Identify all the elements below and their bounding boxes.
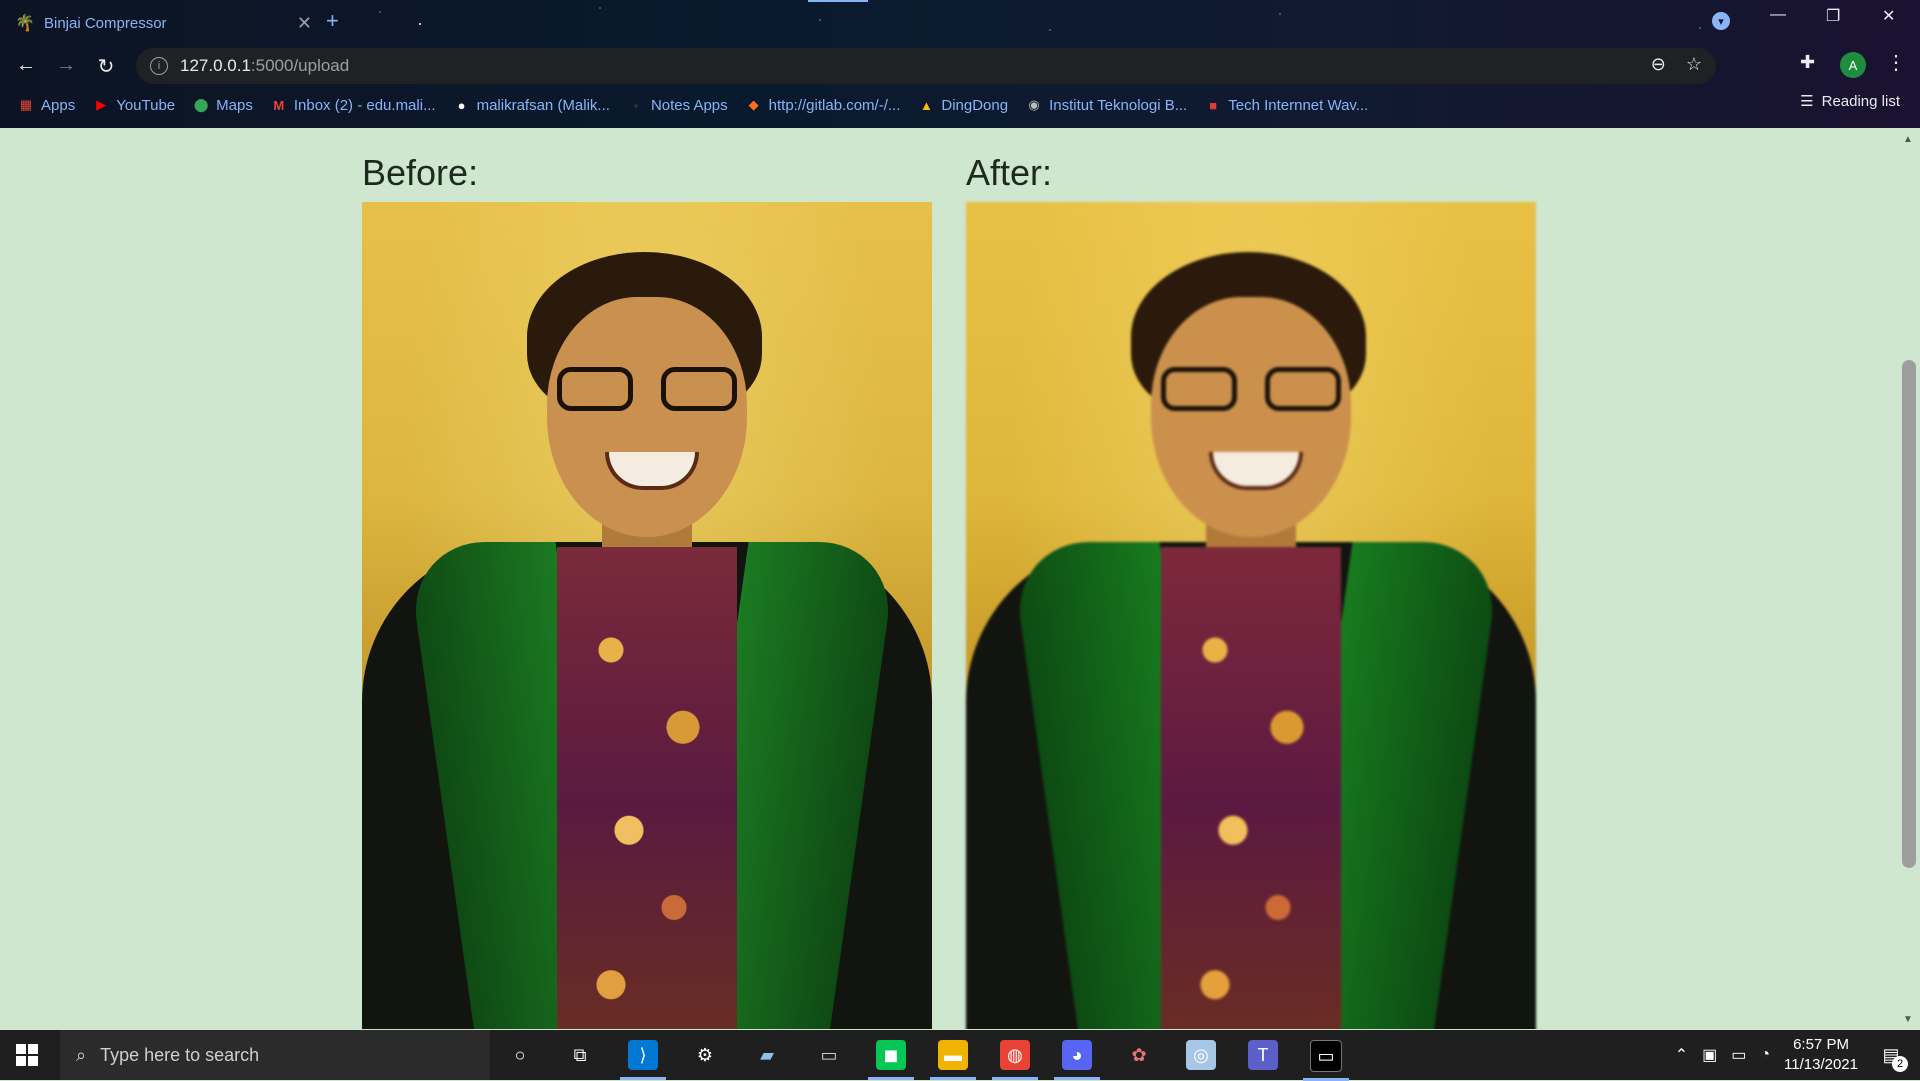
bookmark-apps[interactable]: ▦ Apps [18,97,75,114]
youtube-icon: ▶ [96,97,107,112]
discord-icon[interactable]: ◕ [1054,1040,1100,1080]
teams-icon[interactable]: T [1248,1040,1278,1070]
reading-list-icon: ☰ [1800,93,1814,110]
site-info-icon[interactable]: i [150,57,168,75]
gmail-icon: M [273,97,285,113]
maps-pin-icon: ⬤ [193,97,209,112]
github-icon: ● [457,97,466,113]
forward-arrow-icon[interactable]: → [54,54,78,77]
vscode-icon[interactable]: ⟩ [620,1040,666,1080]
windows-start-icon[interactable] [16,1044,38,1066]
notebook-app-icon[interactable]: ▰ [752,1040,782,1070]
windows-taskbar: ⌕ Type here to search ○ ⧉ ⟩ ⚙ ▰ ▭ ◼ ▬ ◍ … [0,1030,1920,1081]
close-window-button[interactable]: ✕ [1882,6,1895,26]
chevron-up-icon[interactable]: ⌃ [1675,1045,1688,1065]
extensions-puzzle-icon[interactable]: ✚ [1800,52,1815,73]
page-content: Before: After: [0,128,1898,1029]
settings-gear-icon[interactable]: ⚙ [690,1040,720,1070]
cortana-icon[interactable]: ○ [505,1040,535,1070]
tab-title: Binjai Compressor [44,14,167,32]
after-panel: After: [966,128,1536,1029]
bookmark-dingdong[interactable]: ▲ DingDong [918,97,1008,114]
toolbar: ← → ↻ i 127.0.0.1:5000/upload ⊖ ☆ [0,48,1920,84]
line-app-icon[interactable]: ◼ [868,1040,914,1080]
meet-icon[interactable]: ▣ [1702,1045,1717,1065]
gitlab-icon: ◆ [748,97,759,112]
apps-grid-icon: ▦ [19,97,33,112]
before-image [362,202,932,1029]
bookmark-github[interactable]: ● malikrafsan (Malik... [454,97,610,114]
menu-kebab-icon[interactable]: ⋮ [1886,50,1906,75]
portal-app-icon[interactable]: ◎ [1186,1040,1216,1070]
bookmark-star-icon[interactable]: ☆ [1686,54,1702,75]
new-tab-button[interactable]: + [326,8,339,34]
scroll-up-arrow-icon[interactable]: ▲ [1903,134,1913,145]
itb-icon: ◉ [1028,97,1040,112]
task-view-icon[interactable]: ⧉ [565,1040,595,1070]
address-bar[interactable]: i 127.0.0.1:5000/upload ⊖ ☆ [136,48,1716,84]
tech-icon: ■ [1209,97,1218,113]
bookmark-notes[interactable]: ▪ Notes Apps [628,97,728,114]
notification-badge: 2 [1892,1056,1908,1072]
before-panel: Before: [362,128,932,1029]
search-placeholder: Type here to search [100,1044,260,1065]
wifi-icon[interactable]: ◔ [1760,1046,1770,1064]
bookmark-itb[interactable]: ◉ Institut Teknologi B... [1026,97,1187,114]
restore-button[interactable]: ❐ [1826,6,1840,26]
back-arrow-icon[interactable]: ← [14,54,38,77]
vertical-scrollbar[interactable]: ▲ ▼ [1898,128,1920,1029]
clock-time: 6:57 PM [1793,1036,1849,1053]
scroll-down-arrow-icon[interactable]: ▼ [1903,1014,1913,1025]
after-label: After: [966,152,1053,193]
browser-tab[interactable]: 🌴 Binjai Compressor ✕ [15,4,316,42]
battery-icon[interactable]: ▭ [1731,1045,1746,1065]
before-label: Before: [362,152,479,193]
tab-strip-indicator [808,0,868,2]
minimize-button[interactable]: — [1770,6,1786,24]
terminal-icon[interactable]: ▭ [1303,1040,1349,1081]
after-image [966,202,1536,1029]
scrollbar-thumb[interactable] [1902,360,1916,868]
bookmark-gitlab[interactable]: ◆ http://gitlab.com/-/... [746,97,901,114]
zoom-icon[interactable]: ⊖ [1651,54,1666,75]
bookmark-tech[interactable]: ■ Tech Internnet Wav... [1205,97,1368,114]
bookmark-maps[interactable]: ⬤ Maps [193,97,253,114]
notification-center-icon[interactable]: ▤ 2 [1876,1040,1908,1072]
profile-avatar[interactable]: A [1840,52,1866,78]
notes-icon: ▪ [633,97,639,113]
palm-tree-icon: 🌴 [15,15,35,32]
drive-icon: ▲ [919,97,933,113]
bookmark-inbox[interactable]: M Inbox (2) - edu.mali... [271,97,435,114]
paint-app-icon[interactable]: ✿ [1124,1040,1154,1070]
close-tab-icon[interactable]: ✕ [293,13,316,34]
tab-search-icon[interactable]: ▾ [1712,12,1730,30]
system-tray: ⌃ ▣ ▭ ◔ 6:57 PM 11/13/2021 ▤ 2 [1675,1030,1920,1080]
bookmarks-bar: ▦ Apps ▶ YouTube ⬤ Maps M Inbox (2) - ed… [0,92,1920,118]
file-explorer-icon[interactable]: ▬ [930,1040,976,1080]
reading-list-button[interactable]: ☰ Reading list [1800,92,1900,111]
printer-app-icon[interactable]: ▭ [814,1040,844,1070]
clock-date: 11/13/2021 [1784,1056,1858,1073]
taskbar-search-box[interactable]: ⌕ Type here to search [60,1030,490,1080]
search-icon: ⌕ [76,1044,87,1065]
browser-chrome: 🌴 Binjai Compressor ✕ + ▾ — ❐ ✕ ← → ↻ i … [0,0,1920,128]
clock[interactable]: 6:57 PM 11/13/2021 [1784,1035,1858,1075]
url-text[interactable]: 127.0.0.1:5000/upload [180,56,349,76]
reload-icon[interactable]: ↻ [94,54,118,79]
bookmark-youtube[interactable]: ▶ YouTube [93,97,175,114]
chrome-icon[interactable]: ◍ [992,1040,1038,1080]
